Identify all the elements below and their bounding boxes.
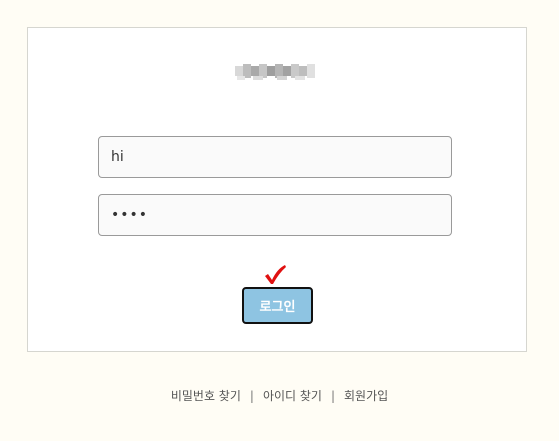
login-button[interactable]: 로그인 — [242, 287, 313, 324]
password-input[interactable] — [98, 194, 452, 236]
username-input[interactable] — [98, 136, 452, 178]
footer-links: 비밀번호 찾기 | 아이디 찾기 | 회원가입 — [0, 387, 559, 405]
site-logo — [235, 64, 315, 80]
find-id-link[interactable]: 아이디 찾기 — [263, 389, 322, 403]
signup-link[interactable]: 회원가입 — [344, 389, 388, 403]
footer-separator: | — [249, 389, 254, 403]
check-mark-icon — [265, 265, 286, 284]
footer-separator: | — [330, 389, 335, 403]
find-password-link[interactable]: 비밀번호 찾기 — [171, 389, 241, 403]
